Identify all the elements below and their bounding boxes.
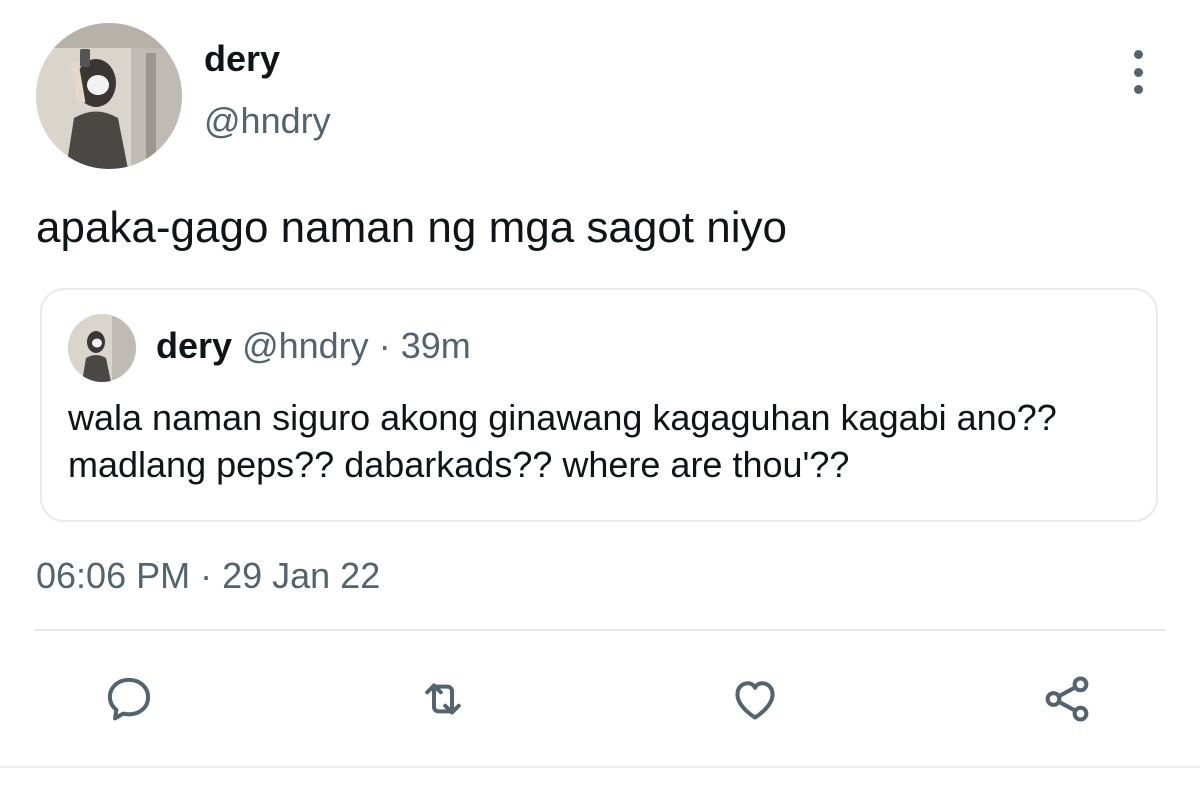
share-icon — [1045, 676, 1089, 722]
quoted-avatar — [68, 314, 136, 382]
share-button[interactable] — [1038, 670, 1096, 728]
quoted-tweet[interactable]: dery @hndry · 39m wala naman siguro akon… — [40, 288, 1158, 522]
more-dot — [1133, 85, 1143, 94]
tweet-detail: dery @hndry apaka-gago naman ng mga sago… — [0, 0, 1200, 785]
divider — [0, 766, 1200, 768]
quoted-display-name: dery — [156, 325, 233, 366]
avatar-photo — [36, 23, 182, 169]
tweet-text: apaka-gago naman ng mga sagot niyo — [36, 203, 787, 252]
quoted-handle: @hndry — [242, 325, 369, 366]
retweet-icon — [425, 683, 461, 715]
author-display-name[interactable]: dery — [204, 38, 280, 80]
quoted-header: dery @hndry · 39m — [156, 324, 471, 368]
quoted-separator: · — [378, 325, 391, 366]
divider — [34, 629, 1166, 631]
like-button[interactable] — [726, 670, 784, 728]
reply-button[interactable] — [100, 670, 158, 728]
reply-icon — [107, 677, 151, 721]
quoted-avatar-photo — [68, 314, 136, 382]
author-handle[interactable]: @hndry — [204, 100, 331, 142]
avatar[interactable] — [36, 23, 182, 169]
more-options-icon[interactable] — [1118, 50, 1158, 94]
more-dot — [1133, 50, 1143, 59]
tweet-timestamp[interactable]: 06:06 PM · 29 Jan 22 — [36, 554, 380, 598]
quoted-text: wala naman siguro akong ginawang kagaguh… — [68, 397, 1057, 485]
retweet-button[interactable] — [414, 670, 472, 728]
quoted-time-ago: 39m — [400, 325, 471, 366]
more-dot — [1133, 67, 1143, 77]
heart-icon — [735, 681, 775, 720]
